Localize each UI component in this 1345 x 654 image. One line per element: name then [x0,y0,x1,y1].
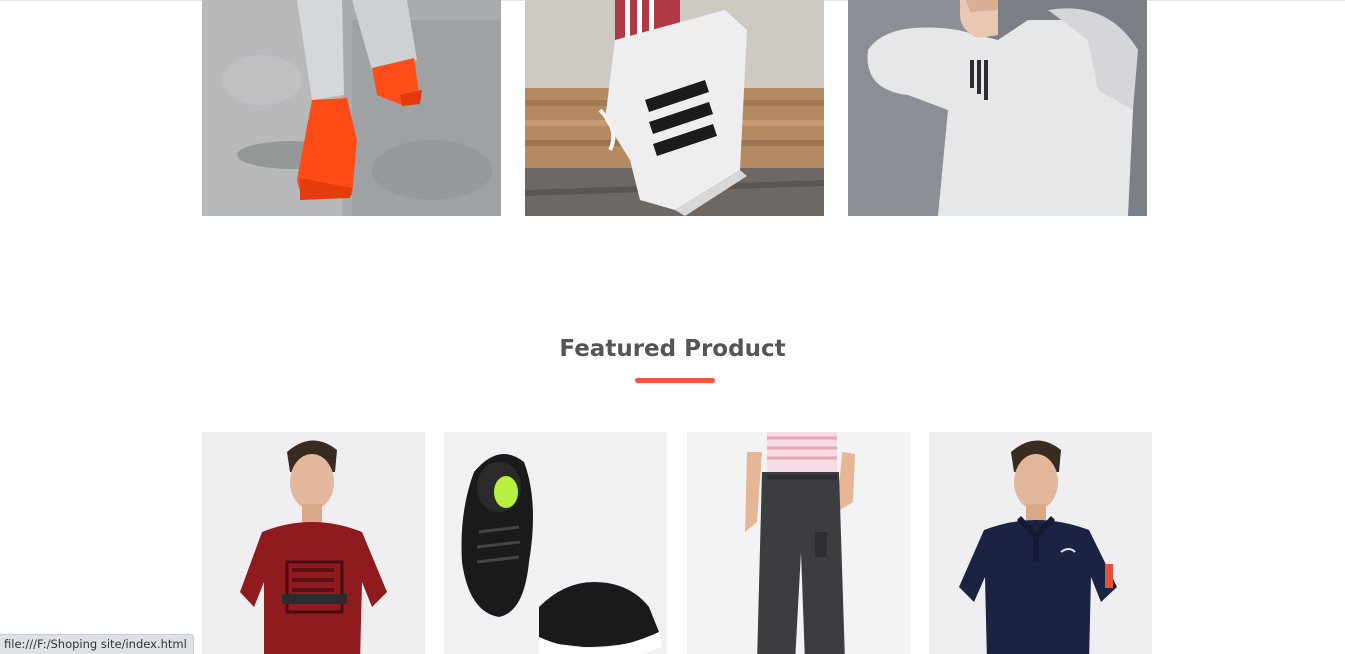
product-card-black-shoes[interactable] [444,432,667,654]
product-card-red-tshirt[interactable] [202,432,425,654]
category-banner-adidas-hoodie[interactable] [848,0,1147,216]
grey-joggers-image [687,432,910,654]
navy-polo-image [929,432,1152,654]
product-card-grey-joggers[interactable] [687,432,910,654]
red-sneakers-image [202,0,501,216]
adidas-hoodie-image [848,0,1147,216]
page: Featured Product file:///F:/Shoping site… [0,0,1345,654]
red-tshirt-image [202,432,425,654]
featured-product-title: Featured Product [559,336,786,362]
black-shoes-image [444,432,667,654]
category-banner-red-sneakers[interactable] [202,0,501,216]
title-underline [635,378,715,383]
adidas-superstar-image [525,0,824,216]
browser-status-bar: file:///F:/Shoping site/index.html [0,634,194,654]
product-card-navy-polo[interactable] [929,432,1152,654]
category-banner-adidas-superstar[interactable] [525,0,824,216]
